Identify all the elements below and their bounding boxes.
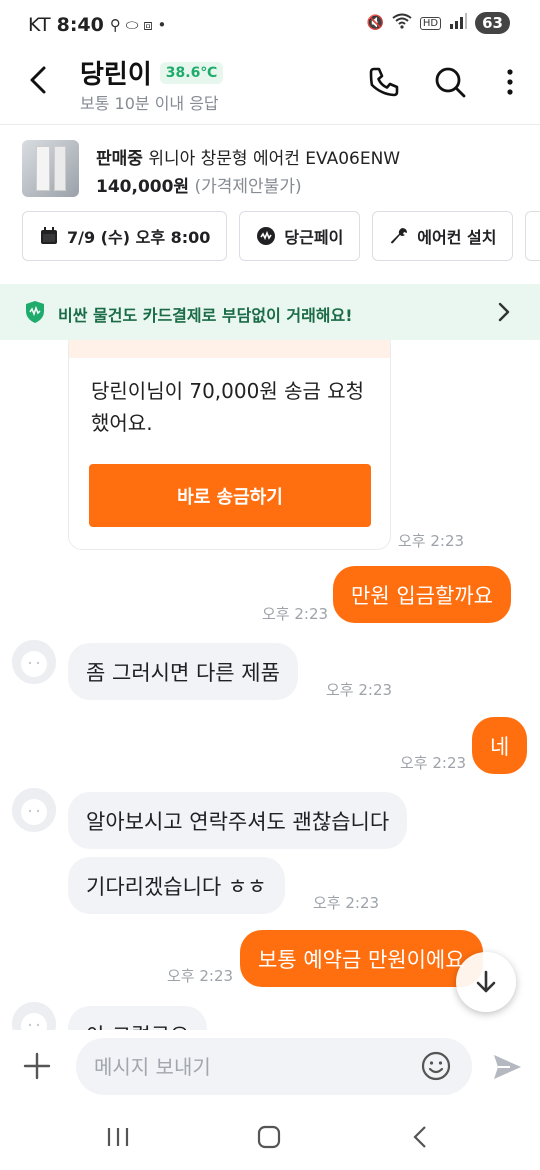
product-price: 140,000원 <box>96 177 190 197</box>
ac-install-chip-label: 에어컨 설치 <box>417 228 497 247</box>
product-title-line: 판매중 위니아 창문형 에어컨 EVA06ENW <box>96 144 400 169</box>
karrot-pay-chip-label: 당근페이 <box>284 228 344 247</box>
header-divider <box>0 124 540 125</box>
message-time: 오후 2:23 <box>313 894 380 912</box>
banner-text: 비싼 물건도 카드결제로 부담없이 거래해요! <box>58 306 353 325</box>
phone-icon[interactable] <box>366 64 402 100</box>
product-thumbnail[interactable] <box>22 140 79 197</box>
notification-icons: ⚲ ⬭ ⧈ • <box>109 16 167 34</box>
message-time: 오후 2:23 <box>167 967 234 985</box>
their-message-bubble[interactable]: 알아보시고 연락주셔도 괜찮습니다 <box>68 792 408 849</box>
wifi-icon <box>392 13 412 33</box>
arrow-down-icon <box>476 970 496 993</box>
karrot-pay-chip[interactable]: 당근페이 <box>239 211 361 261</box>
card-payment-banner[interactable]: 비싼 물건도 카드결제로 부담없이 거래해요! <box>0 284 540 340</box>
avatar[interactable] <box>12 1002 56 1030</box>
carrier: KT <box>28 14 51 36</box>
ac-install-chip[interactable]: 에어컨 설치 <box>372 211 514 261</box>
product-price-line: 140,000원 (가격제안불가) <box>96 172 302 197</box>
scroll-to-bottom-button[interactable] <box>456 952 516 1012</box>
my-message-bubble[interactable]: 만원 입금할까요 <box>333 566 511 623</box>
message-composer <box>0 1030 540 1104</box>
more-chip[interactable] <box>525 211 540 261</box>
plus-icon[interactable] <box>22 1051 52 1081</box>
status-right: 🔇 HD 63 <box>366 12 510 34</box>
manner-temperature-badge: 38.6℃ <box>159 61 224 84</box>
my-message-bubble[interactable]: 네 <box>472 717 528 774</box>
product-name: 위니아 창문형 에어컨 EVA06ENW <box>148 149 401 169</box>
product-image-part <box>36 146 50 191</box>
pay-icon <box>257 227 276 245</box>
back-arrow-icon[interactable] <box>22 62 58 98</box>
action-chips: 7/9 (수) 오후 8:00 당근페이 에어컨 설치 <box>22 211 540 261</box>
message-time: 오후 2:23 <box>262 605 329 623</box>
hd-icon: HD <box>419 16 442 30</box>
card-header-strip <box>69 340 390 358</box>
emoji-icon[interactable] <box>420 1050 452 1082</box>
clock: 8:40 <box>56 14 104 36</box>
negotiation-note: (가격제안불가) <box>194 177 302 197</box>
default-avatar-icon <box>12 788 56 832</box>
more-options-icon[interactable] <box>492 64 528 100</box>
response-time-label: 보통 10분 이내 응답 <box>80 94 219 113</box>
their-message-bubble[interactable]: 기다리겠습니다 ㅎㅎ <box>68 857 285 914</box>
default-avatar-icon <box>12 1002 56 1030</box>
title-row: 당린이 38.6℃ <box>80 54 224 91</box>
their-message-bubble[interactable]: 좀 그러시면 다른 제품 <box>68 643 298 700</box>
product-summary[interactable]: 판매중 위니아 창문형 에어컨 EVA06ENW 140,000원 (가격제안불… <box>0 126 540 206</box>
avatar[interactable] <box>12 788 56 832</box>
message-input[interactable] <box>76 1038 472 1095</box>
default-avatar-icon <box>12 640 56 684</box>
calendar-icon <box>41 227 57 244</box>
status-left: KT 8:40 ⚲ ⬭ ⧈ • <box>28 14 166 36</box>
message-time: 오후 2:23 <box>398 532 465 550</box>
search-icon[interactable] <box>432 64 468 100</box>
avatar[interactable] <box>12 640 56 684</box>
message-time: 오후 2:23 <box>326 681 393 699</box>
recent-apps-icon[interactable] <box>103 1122 133 1152</box>
chevron-right-icon[interactable] <box>494 300 514 324</box>
send-icon[interactable] <box>490 1050 524 1084</box>
sale-status: 판매중 <box>96 149 143 169</box>
wrench-icon <box>391 228 408 244</box>
status-bar: KT 8:40 ⚲ ⬭ ⧈ • 🔇 HD 63 <box>0 0 540 50</box>
signal-icon <box>449 13 468 33</box>
mute-icon: 🔇 <box>366 15 384 31</box>
message-time: 오후 2:23 <box>400 754 467 772</box>
appointment-chip-label: 7/9 (수) 오후 8:00 <box>67 228 211 247</box>
battery-indicator: 63 <box>475 12 510 34</box>
send-money-button[interactable]: 바로 송금하기 <box>89 464 371 527</box>
payment-request-text: 당린이님이 70,000원 송금 요청했어요. <box>91 379 365 435</box>
chat-header: 당린이 38.6℃ 보통 10분 이내 응답 <box>0 50 540 120</box>
shield-icon <box>26 301 44 323</box>
payment-request-card: 당린이님이 70,000원 송금 요청했어요. 바로 송금하기 <box>68 340 391 550</box>
chat-messages[interactable]: 당린이님이 70,000원 송금 요청했어요. 바로 송금하기 오후 2:23 … <box>0 340 540 1030</box>
product-image-part <box>54 146 66 191</box>
appointment-chip[interactable]: 7/9 (수) 오후 8:00 <box>22 211 228 261</box>
their-message-bubble[interactable]: 아 그렇군요 <box>68 1006 208 1030</box>
system-navigation-bar <box>0 1104 540 1170</box>
home-icon[interactable] <box>254 1122 284 1152</box>
back-icon[interactable] <box>406 1122 436 1152</box>
my-message-bubble[interactable]: 보통 예약금 만원이에요 <box>240 930 483 987</box>
page-title[interactable]: 당린이 <box>80 54 152 91</box>
